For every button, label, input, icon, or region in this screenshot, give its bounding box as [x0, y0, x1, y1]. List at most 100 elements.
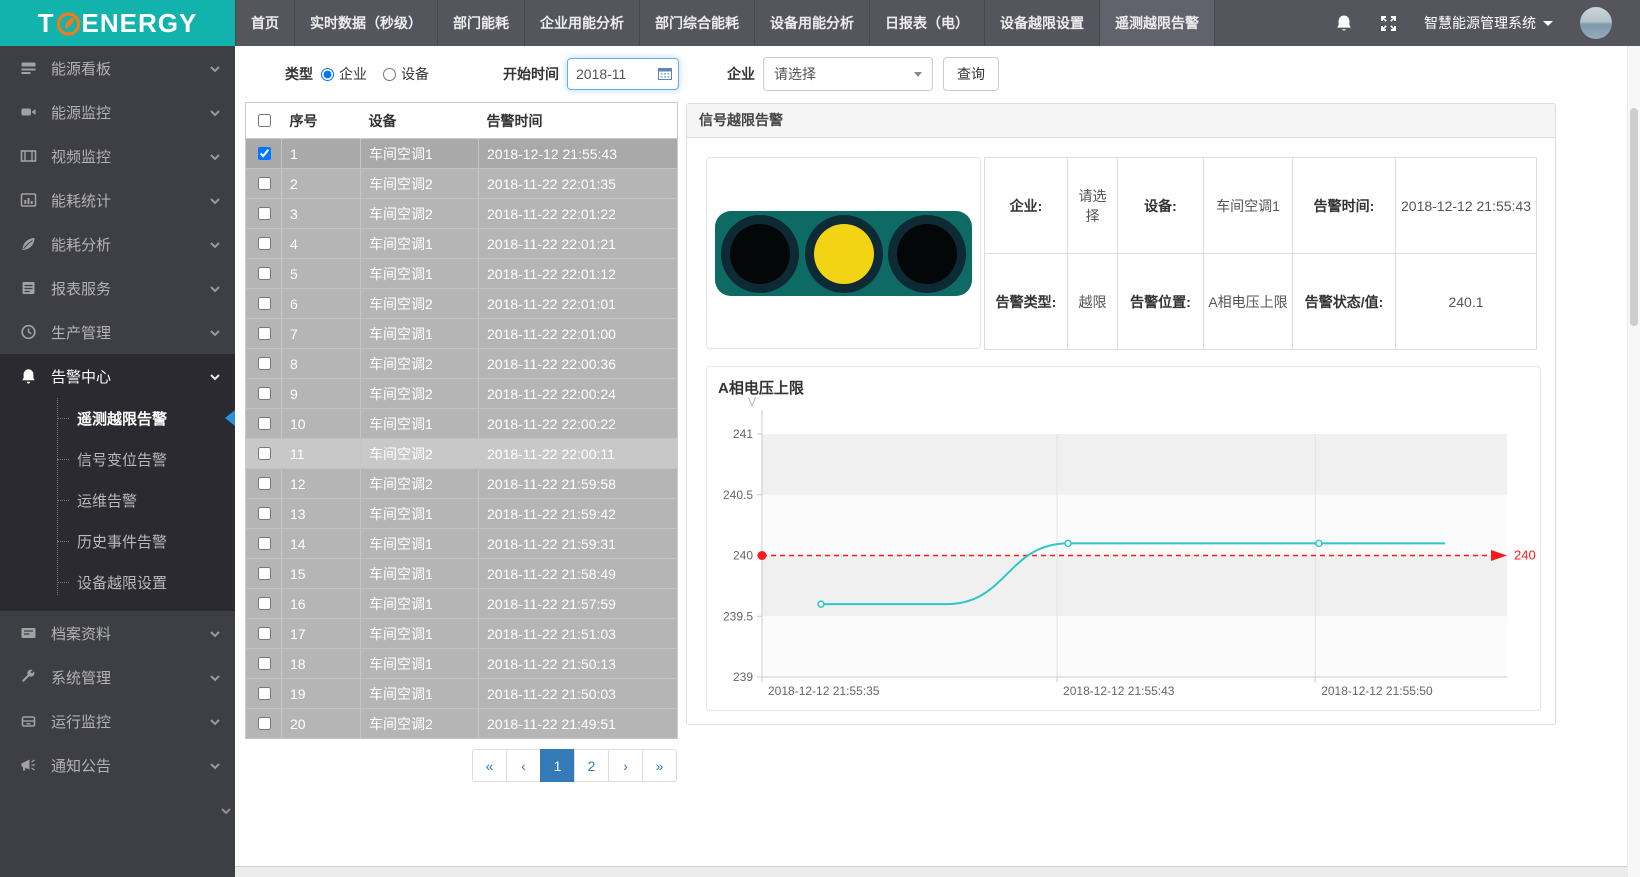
sidebar-item[interactable]: 能源监控 — [0, 90, 235, 134]
cell-no: 12 — [282, 469, 361, 499]
pagination-button[interactable]: ‹ — [506, 749, 541, 782]
topnav-item[interactable]: 企业用能分析 — [525, 0, 640, 46]
sidebar-item[interactable]: 生产管理 — [0, 310, 235, 354]
row-checkbox[interactable] — [258, 717, 271, 730]
row-checkbox[interactable] — [258, 417, 271, 430]
type-radio-group: 企业设备 — [321, 64, 445, 84]
table-row[interactable]: 5车间空调12018-11-22 22:01:12 — [246, 259, 678, 289]
svg-text:240: 240 — [1514, 548, 1536, 563]
avatar[interactable] — [1580, 7, 1612, 39]
sidebar-item[interactable]: 能耗统计 — [0, 178, 235, 222]
tree-stub — [57, 418, 69, 419]
table-row[interactable]: 18车间空调12018-11-22 21:50:13 — [246, 649, 678, 679]
table-row[interactable]: 11车间空调22018-11-22 22:00:11 — [246, 439, 678, 469]
table-row[interactable]: 17车间空调12018-11-22 21:51:03 — [246, 619, 678, 649]
row-checkbox[interactable] — [258, 327, 271, 340]
row-checkbox[interactable] — [258, 597, 271, 610]
type-radio-option[interactable]: 企业 — [321, 64, 367, 84]
pagination-button[interactable]: » — [642, 749, 677, 782]
table-row[interactable]: 7车间空调12018-11-22 22:01:00 — [246, 319, 678, 349]
table-row[interactable]: 1车间空调12018-12-12 21:55:43 — [246, 139, 678, 169]
system-title-menu[interactable]: 智慧能源管理系统 — [1424, 13, 1553, 33]
table-row[interactable]: 14车间空调12018-11-22 21:59:31 — [246, 529, 678, 559]
table-row[interactable]: 12车间空调22018-11-22 21:59:58 — [246, 469, 678, 499]
row-checkbox[interactable] — [258, 567, 271, 580]
pagination-button[interactable]: « — [472, 749, 507, 782]
pagination-button[interactable]: 1 — [540, 749, 575, 782]
topnav-item[interactable]: 设备用能分析 — [755, 0, 870, 46]
row-checkbox[interactable] — [258, 207, 271, 220]
sidebar-item[interactable]: 告警中心 — [0, 354, 235, 398]
row-checkbox[interactable] — [258, 357, 271, 370]
type-radio-option[interactable]: 设备 — [383, 64, 429, 84]
bell-icon[interactable] — [1335, 14, 1353, 33]
type-radio[interactable] — [321, 68, 334, 81]
row-checkbox[interactable] — [258, 477, 271, 490]
sidebar-item[interactable]: 能耗分析 — [0, 222, 235, 266]
page-scrollbar[interactable] — [1627, 46, 1640, 877]
chevron-down-icon — [1543, 21, 1553, 26]
topnav-item[interactable]: 部门综合能耗 — [640, 0, 755, 46]
system-title-label: 智慧能源管理系统 — [1424, 13, 1536, 33]
sidebar-item[interactable]: 系统管理 — [0, 655, 235, 699]
row-checkbox[interactable] — [258, 447, 271, 460]
table-row[interactable]: 9车间空调22018-11-22 22:00:24 — [246, 379, 678, 409]
calendar-icon[interactable] — [658, 67, 672, 80]
row-checkbox[interactable] — [258, 387, 271, 400]
topnav-item[interactable]: 遥测越限告警 — [1100, 0, 1215, 46]
sidebar-item[interactable]: 档案资料 — [0, 611, 235, 655]
row-checkbox[interactable] — [258, 507, 271, 520]
row-checkbox[interactable] — [258, 267, 271, 280]
table-row[interactable]: 6车间空调22018-11-22 22:01:01 — [246, 289, 678, 319]
sidebar-item[interactable]: 运行监控 — [0, 699, 235, 743]
row-checkbox[interactable] — [258, 537, 271, 550]
sidebar-item[interactable]: 能源看板 — [0, 46, 235, 90]
fullscreen-icon[interactable] — [1380, 15, 1397, 32]
report-icon — [20, 280, 38, 297]
table-row[interactable]: 10车间空调12018-11-22 22:00:22 — [246, 409, 678, 439]
table-row[interactable]: 16车间空调12018-11-22 21:57:59 — [246, 589, 678, 619]
cell-time: 2018-11-22 22:01:12 — [479, 259, 678, 289]
table-row[interactable]: 20车间空调22018-11-22 21:49:51 — [246, 709, 678, 739]
sidebar-subitem[interactable]: 遥测越限告警 — [0, 398, 235, 439]
scrollbar-thumb[interactable] — [1630, 108, 1638, 326]
cell-device: 车间空调2 — [361, 709, 479, 739]
row-checkbox[interactable] — [258, 147, 271, 160]
topnav-item[interactable]: 日报表（电） — [870, 0, 985, 46]
company-select[interactable]: 请选择 — [763, 57, 933, 91]
table-row[interactable]: 4车间空调12018-11-22 22:01:21 — [246, 229, 678, 259]
row-checkbox[interactable] — [258, 237, 271, 250]
sidebar-scroll-down-icon[interactable] — [220, 805, 232, 817]
table-row[interactable]: 19车间空调12018-11-22 21:50:03 — [246, 679, 678, 709]
topnav-item[interactable]: 实时数据（秒级） — [295, 0, 438, 46]
sidebar-item[interactable]: 通知公告 — [0, 743, 235, 787]
row-checkbox[interactable] — [258, 687, 271, 700]
svg-text:2018-12-12 21:55:43: 2018-12-12 21:55:43 — [1063, 684, 1175, 698]
pagination-button[interactable]: 2 — [574, 749, 609, 782]
topnav-item[interactable]: 部门能耗 — [438, 0, 525, 46]
sidebar-item[interactable]: 视频监控 — [0, 134, 235, 178]
row-checkbox[interactable] — [258, 297, 271, 310]
pagination-button[interactable]: › — [608, 749, 643, 782]
row-checkbox[interactable] — [258, 657, 271, 670]
topnav-item[interactable]: 首页 — [235, 0, 295, 46]
table-row[interactable]: 3车间空调22018-11-22 22:01:22 — [246, 199, 678, 229]
row-checkbox[interactable] — [258, 627, 271, 640]
sidebar-subitem[interactable]: 设备越限设置 — [0, 562, 235, 603]
table-row[interactable]: 13车间空调12018-11-22 21:59:42 — [246, 499, 678, 529]
topnav-item[interactable]: 设备越限设置 — [985, 0, 1100, 46]
table-row[interactable]: 2车间空调22018-11-22 22:01:35 — [246, 169, 678, 199]
sidebar-subitem[interactable]: 历史事件告警 — [0, 521, 235, 562]
type-radio[interactable] — [383, 68, 396, 81]
sidebar-subitem[interactable]: 信号变位告警 — [0, 439, 235, 480]
search-button[interactable]: 查询 — [943, 57, 999, 91]
table-row[interactable]: 8车间空调22018-11-22 22:00:36 — [246, 349, 678, 379]
table-row[interactable]: 15车间空调12018-11-22 21:58:49 — [246, 559, 678, 589]
sidebar-subitem[interactable]: 运维告警 — [0, 480, 235, 521]
select-all-checkbox[interactable] — [258, 114, 271, 127]
sidebar-item[interactable]: 报表服务 — [0, 266, 235, 310]
row-checkbox[interactable] — [258, 177, 271, 190]
active-item-marker-icon — [225, 410, 235, 426]
cell-no: 15 — [282, 559, 361, 589]
cell-time: 2018-11-22 21:57:59 — [479, 589, 678, 619]
